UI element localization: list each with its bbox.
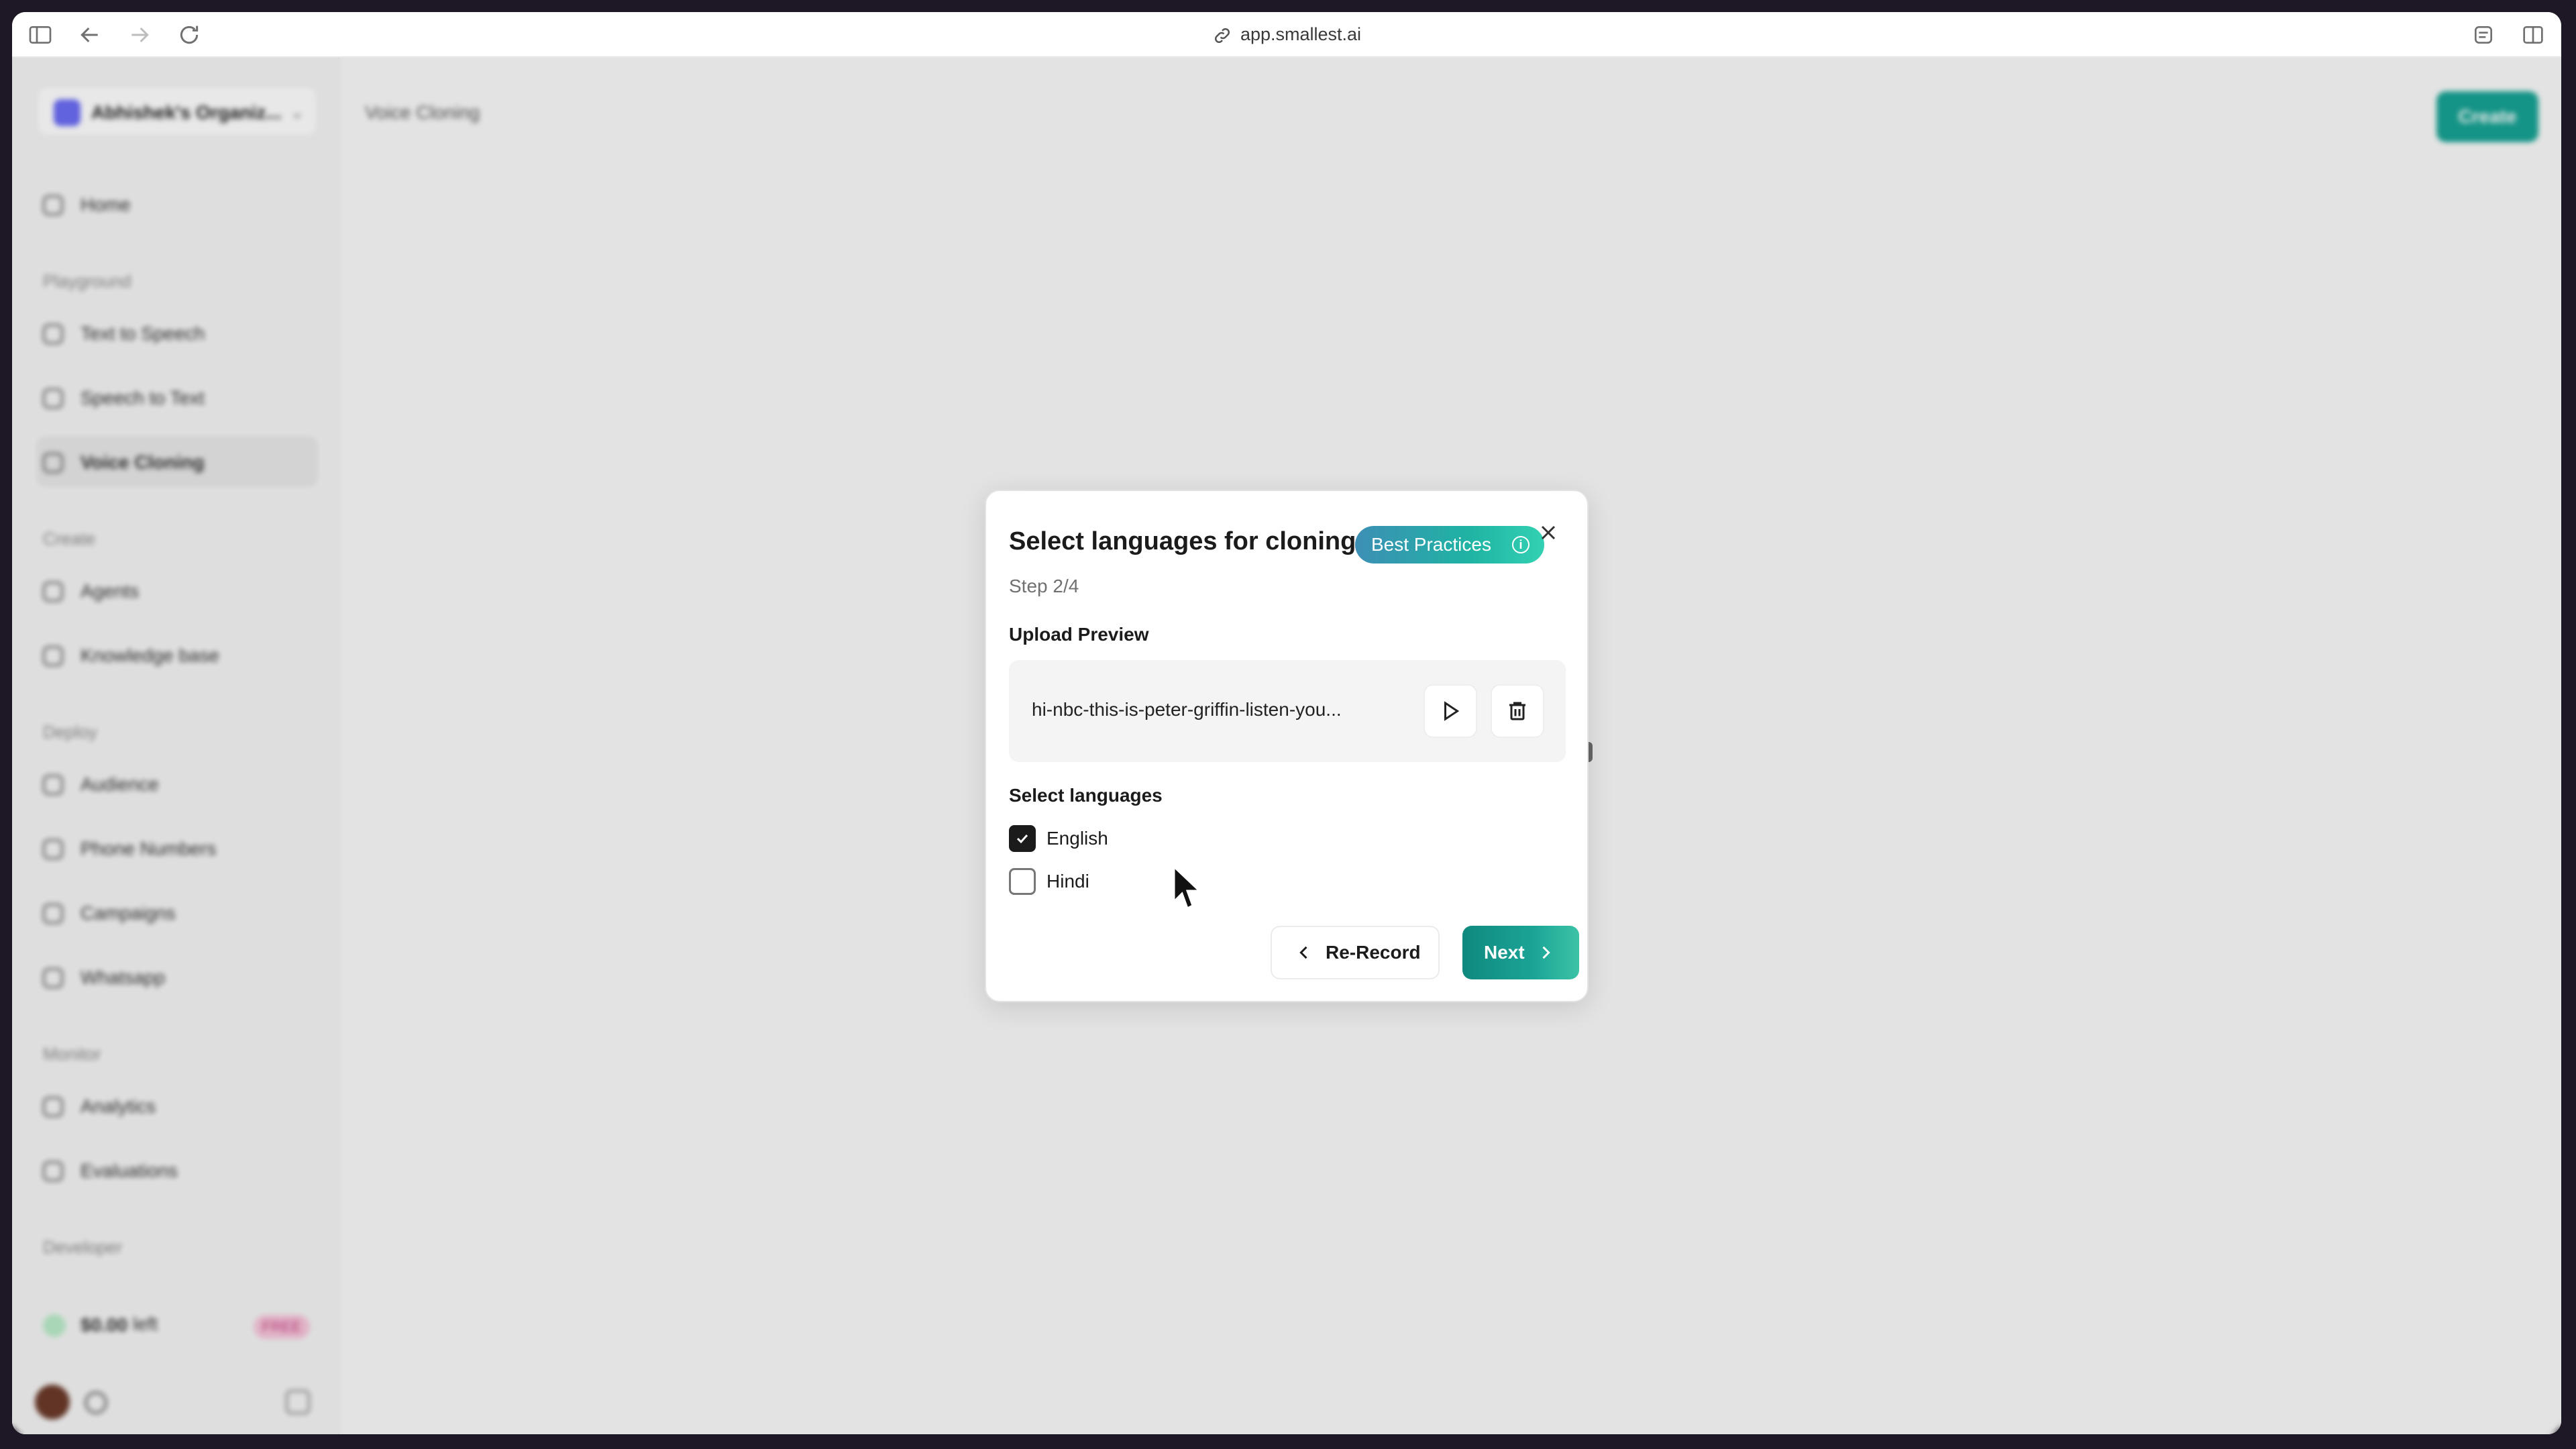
play-icon [1444, 701, 1460, 721]
file-name: hi-nbc-this-is-peter-griffin-listen-you.… [1032, 699, 1342, 720]
play-button[interactable] [1424, 684, 1477, 738]
language-option-english[interactable]: English [1009, 825, 1143, 852]
split-view-icon[interactable] [2520, 21, 2546, 48]
hindi-label: Hindi [1046, 871, 1089, 892]
hindi-checkbox[interactable] [1009, 868, 1036, 895]
next-button[interactable]: Next [1462, 926, 1579, 979]
best-practices-badge[interactable]: Best Practices i [1355, 526, 1544, 564]
dialog-title: Select languages for cloning [1009, 527, 1356, 555]
trash-icon [1509, 702, 1525, 720]
close-icon[interactable] [1536, 521, 1560, 545]
upload-preview-label: Upload Preview [1009, 624, 1149, 645]
delete-button[interactable] [1491, 684, 1544, 738]
url-text: app.smallest.ai [1240, 24, 1362, 44]
mouse-cursor-icon [1173, 864, 1202, 910]
reader-icon[interactable] [2470, 21, 2497, 48]
language-option-hindi[interactable]: Hindi [1009, 868, 1143, 895]
browser-toolbar: app.smallest.ai [12, 12, 2561, 58]
info-icon: i [1512, 536, 1529, 553]
chevron-left-icon [1299, 946, 1307, 959]
check-icon [1016, 834, 1028, 844]
address-bar[interactable]: app.smallest.ai [12, 24, 2561, 46]
upload-preview-box: hi-nbc-this-is-peter-griffin-listen-you.… [1009, 660, 1566, 762]
link-icon [1212, 25, 1232, 46]
browser-window: app.smallest.ai Abhishek's Organiz... ⌄ … [12, 12, 2561, 1434]
select-languages-label: Select languages [1009, 785, 1163, 806]
chevron-right-icon [1542, 946, 1550, 959]
re-record-button[interactable]: Re-Record [1271, 926, 1440, 979]
english-checkbox[interactable] [1009, 825, 1036, 852]
language-select-dialog: Select languages for cloning Best Practi… [985, 490, 1589, 1002]
english-label: English [1046, 828, 1108, 849]
step-indicator: Step 2/4 [1009, 576, 1079, 596]
